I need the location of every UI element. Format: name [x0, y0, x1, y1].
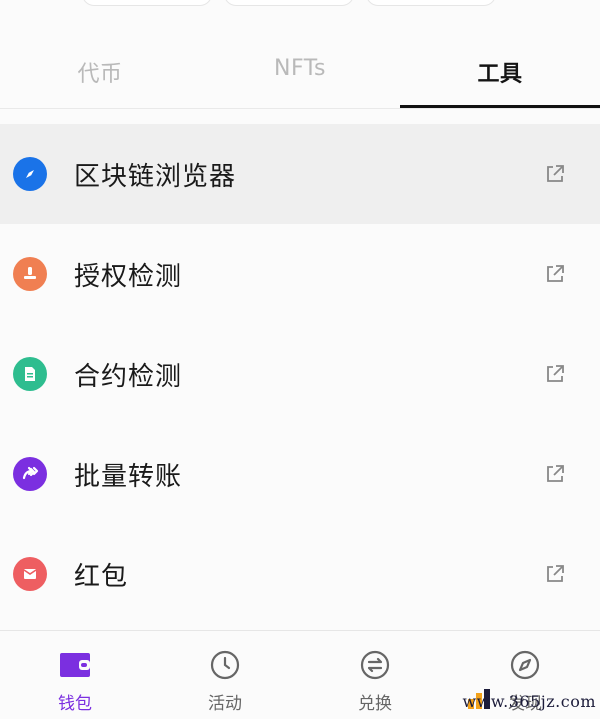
nav-label: 钱包 — [58, 694, 92, 714]
external-link-icon — [547, 265, 564, 282]
tools-screen: 代币 NFTs 工具 区块链浏览器 授权检测 合约检测 批量转账 红包 钱包 活… — [0, 0, 600, 719]
tool-item-batch-transfer[interactable]: 批量转账 — [0, 424, 600, 524]
wallet-icon — [60, 653, 90, 677]
tool-item-block-explorer[interactable]: 区块链浏览器 — [0, 124, 600, 224]
tool-item-contract-check[interactable]: 合约检测 — [0, 324, 600, 424]
tab-tools[interactable]: 工具 — [400, 36, 600, 108]
tool-item-red-packet[interactable]: 红包 — [0, 524, 600, 624]
nav-item-swap[interactable]: 兑换 — [300, 631, 450, 719]
compass-icon — [510, 650, 540, 680]
tab-nfts[interactable]: NFTs — [200, 36, 400, 108]
tab-tokens[interactable]: 代币 — [0, 36, 200, 108]
external-link-icon — [547, 565, 564, 582]
asset-tabs: 代币 NFTs 工具 — [0, 36, 600, 108]
envelope-icon — [13, 557, 47, 591]
tab-label: NFTs — [274, 56, 326, 81]
nav-item-wallet[interactable]: 钱包 — [0, 631, 150, 719]
compass-icon — [13, 157, 47, 191]
tool-item-approval-check[interactable]: 授权检测 — [0, 224, 600, 324]
tab-label: 工具 — [477, 62, 523, 87]
top-pill-button[interactable] — [224, 0, 354, 6]
external-link-icon — [547, 365, 564, 382]
tool-list: 区块链浏览器 授权检测 合约检测 批量转账 红包 — [0, 124, 600, 624]
nav-label: 活动 — [208, 694, 242, 714]
top-action-pills — [0, 0, 600, 6]
tabs-divider — [0, 108, 600, 109]
document-icon — [13, 357, 47, 391]
swap-icon — [360, 650, 390, 680]
tool-label: 批量转账 — [74, 461, 183, 492]
external-link-icon — [547, 465, 564, 482]
stamp-icon — [13, 257, 47, 291]
tool-label: 区块链浏览器 — [74, 161, 237, 192]
top-pill-button[interactable] — [82, 0, 212, 6]
external-link-icon — [547, 165, 564, 182]
forward-arrows-icon — [13, 457, 47, 491]
clock-icon — [210, 650, 240, 680]
watermark-text: www.365jz.com — [462, 692, 596, 711]
tab-label: 代币 — [77, 62, 123, 87]
tool-label: 授权检测 — [74, 261, 183, 292]
top-pill-button[interactable] — [366, 0, 496, 6]
nav-label: 兑换 — [358, 694, 392, 714]
tool-label: 红包 — [74, 561, 129, 592]
tool-label: 合约检测 — [74, 361, 183, 392]
nav-item-activity[interactable]: 活动 — [150, 631, 300, 719]
